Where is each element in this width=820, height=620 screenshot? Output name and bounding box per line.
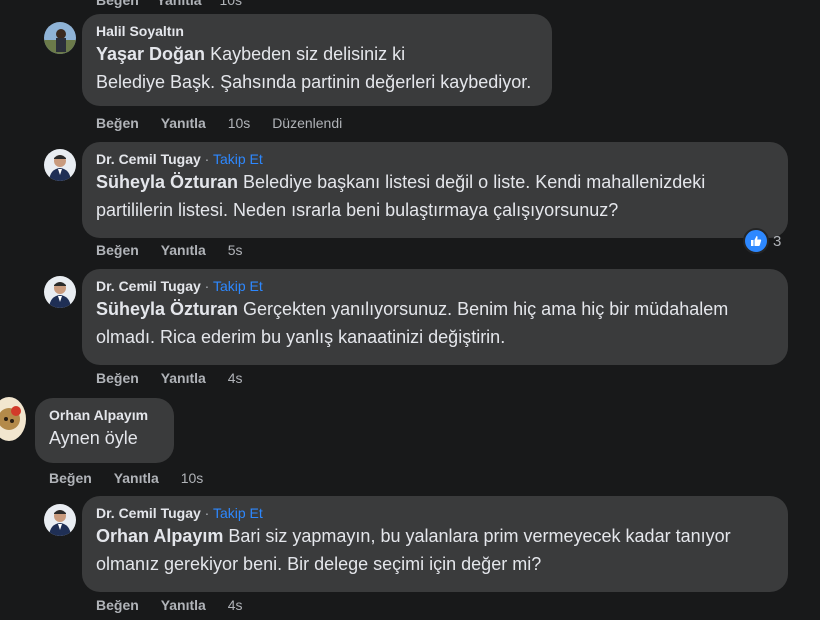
comment-text: Aynen öyle	[49, 428, 138, 448]
timestamp[interactable]: 4s	[228, 597, 243, 613]
comment-actions: Beğen Yanıtla 10s	[49, 470, 221, 486]
comment-text-line: olmadı. Rica ederim bu yanlış kanaatiniz…	[96, 327, 506, 347]
timestamp[interactable]: 4s	[228, 370, 243, 386]
comment-actions: Beğen Yanıtla 5s	[96, 242, 261, 258]
thumbs-up-icon	[743, 228, 769, 254]
comment-bubble: Halil Soyaltın Yaşar Doğan Kaybeden siz …	[82, 14, 552, 106]
like-button[interactable]: Beğen	[96, 115, 139, 131]
comment-text: Yaşar Doğan Kaybeden siz delisiniz ki Be…	[96, 40, 538, 96]
edited-label[interactable]: Düzenlendi	[272, 115, 342, 131]
comment-text-line: Kaybeden siz delisiniz ki	[210, 44, 406, 64]
reply-button[interactable]: Yanıtla	[161, 370, 206, 386]
comment-bubble: Dr. Cemil Tugay · Takip Et Süheyla Öztur…	[82, 269, 788, 365]
separator-dot: ·	[200, 151, 213, 167]
like-button[interactable]: Beğen	[96, 0, 139, 8]
comment-author[interactable]: Dr. Cemil Tugay	[96, 151, 201, 167]
mention-link[interactable]: Süheyla Özturan	[96, 172, 238, 192]
avatar[interactable]	[44, 276, 76, 308]
comment-bubble: Dr. Cemil Tugay · Takip Et Orhan Alpayım…	[82, 496, 788, 592]
separator-dot: ·	[200, 278, 213, 294]
comment-text: Orhan Alpayım Bari siz yapmayın, bu yala…	[96, 522, 774, 578]
comment-bubble: Orhan Alpayım Aynen öyle	[35, 398, 174, 463]
mention-link[interactable]: Yaşar Doğan	[96, 44, 205, 64]
follow-link[interactable]: Takip Et	[213, 278, 263, 294]
avatar[interactable]	[44, 149, 76, 181]
separator-dot: ·	[200, 505, 213, 521]
comment-text-line: partililerin listesi. Neden ısrarla beni…	[96, 200, 619, 220]
comment-text-line: Belediye Başk. Şahsında partinin değerle…	[96, 72, 532, 92]
like-button[interactable]: Beğen	[96, 370, 139, 386]
avatar[interactable]	[44, 22, 76, 54]
reply-button[interactable]: Yanıtla	[161, 597, 206, 613]
comment-author[interactable]: Dr. Cemil Tugay	[96, 505, 201, 521]
previous-comment-actions: Beğen Yanıtla 10s	[96, 0, 256, 8]
reply-button[interactable]: Yanıtla	[114, 470, 159, 486]
like-button[interactable]: Beğen	[96, 597, 139, 613]
follow-link[interactable]: Takip Et	[213, 151, 263, 167]
comment-actions: Beğen Yanıtla 4s	[96, 597, 261, 613]
mention-link[interactable]: Orhan Alpayım	[96, 526, 223, 546]
reply-button[interactable]: Yanıtla	[161, 115, 206, 131]
timestamp[interactable]: 10s	[228, 115, 251, 131]
timestamp[interactable]: 5s	[228, 242, 243, 258]
like-button[interactable]: Beğen	[96, 242, 139, 258]
timestamp: 10s	[219, 0, 243, 8]
avatar[interactable]	[44, 504, 76, 536]
comment-bubble: Dr. Cemil Tugay · Takip Et Süheyla Öztur…	[82, 142, 788, 238]
comment-text: Süheyla Özturan Belediye başkanı listesi…	[96, 168, 774, 224]
comment-text: Süheyla Özturan Gerçekten yanılıyorsunuz…	[96, 295, 774, 351]
comment-author[interactable]: Dr. Cemil Tugay	[96, 278, 201, 294]
reaction-summary[interactable]: 3	[743, 228, 781, 254]
comment-text-line: Bari siz yapmayın, bu yalanlara prim ver…	[228, 526, 731, 546]
timestamp[interactable]: 10s	[181, 470, 204, 486]
comment-text-line: Belediye başkanı listesi değil o liste. …	[243, 172, 706, 192]
comment-text-line: Gerçekten yanılıyorsunuz. Benim hiç ama …	[243, 299, 729, 319]
mention-link[interactable]: Süheyla Özturan	[96, 299, 238, 319]
comment-actions: Beğen Yanıtla 4s	[96, 370, 261, 386]
reply-button[interactable]: Yanıtla	[156, 0, 201, 8]
follow-link[interactable]: Takip Et	[213, 505, 263, 521]
avatar[interactable]	[0, 397, 26, 441]
comment-author[interactable]: Orhan Alpayım	[49, 406, 160, 424]
reply-button[interactable]: Yanıtla	[161, 242, 206, 258]
comment-actions: Beğen Yanıtla 10s Düzenlendi	[96, 115, 360, 131]
comment-author[interactable]: Halil Soyaltın	[96, 22, 538, 40]
comment-text-line: olmanız gerekiyor beni. Bir delege seçim…	[96, 554, 542, 574]
like-button[interactable]: Beğen	[49, 470, 92, 486]
reaction-count: 3	[773, 232, 782, 250]
